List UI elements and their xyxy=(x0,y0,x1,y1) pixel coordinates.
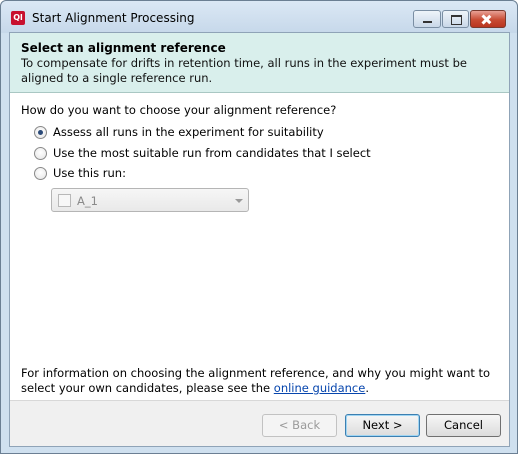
option-select-candidates[interactable]: Use the most suitable run from candidate… xyxy=(34,145,371,161)
option-use-this-run[interactable]: Use this run: xyxy=(34,165,126,181)
minimize-button[interactable] xyxy=(413,10,441,28)
window-title: Start Alignment Processing xyxy=(32,11,195,25)
button-bar: < Back Next > Cancel xyxy=(10,400,509,446)
guidance-text-prefix: For information on choosing the alignmen… xyxy=(21,366,491,395)
cancel-button[interactable]: Cancel xyxy=(426,414,501,437)
guidance-text-suffix: . xyxy=(365,381,369,395)
page-title: Select an alignment reference xyxy=(21,41,226,55)
next-button[interactable]: Next > xyxy=(345,414,420,437)
run-dropdown-value: A_1 xyxy=(77,194,98,208)
radio-button[interactable] xyxy=(34,146,47,160)
back-button[interactable]: < Back xyxy=(262,414,337,437)
option-assess-all[interactable]: Assess all runs in the experiment for su… xyxy=(34,124,324,140)
run-checkbox[interactable] xyxy=(58,194,71,207)
title-bar[interactable]: Ql Start Alignment Processing xyxy=(1,1,517,33)
guidance-text: For information on choosing the alignmen… xyxy=(21,366,501,396)
chevron-down-icon xyxy=(235,199,243,203)
wizard-header: Select an alignment reference To compens… xyxy=(10,33,509,93)
option-label[interactable]: Use the most suitable run from candidate… xyxy=(53,146,371,160)
page-description: To compensate for drifts in retention ti… xyxy=(21,56,467,85)
app-icon: Ql xyxy=(11,11,25,25)
dialog-body: Select an alignment reference To compens… xyxy=(9,32,510,447)
radio-button[interactable] xyxy=(34,125,47,139)
run-dropdown[interactable]: A_1 xyxy=(51,188,249,212)
option-label[interactable]: Assess all runs in the experiment for su… xyxy=(53,125,324,139)
maximize-button[interactable] xyxy=(442,10,469,28)
question-label: How do you want to choose your alignment… xyxy=(21,103,337,117)
option-label[interactable]: Use this run: xyxy=(53,166,126,180)
close-button[interactable] xyxy=(470,10,506,28)
radio-button[interactable] xyxy=(34,166,47,180)
online-guidance-link[interactable]: online guidance xyxy=(274,381,366,395)
dialog-window: Ql Start Alignment Processing Select an … xyxy=(0,0,518,454)
